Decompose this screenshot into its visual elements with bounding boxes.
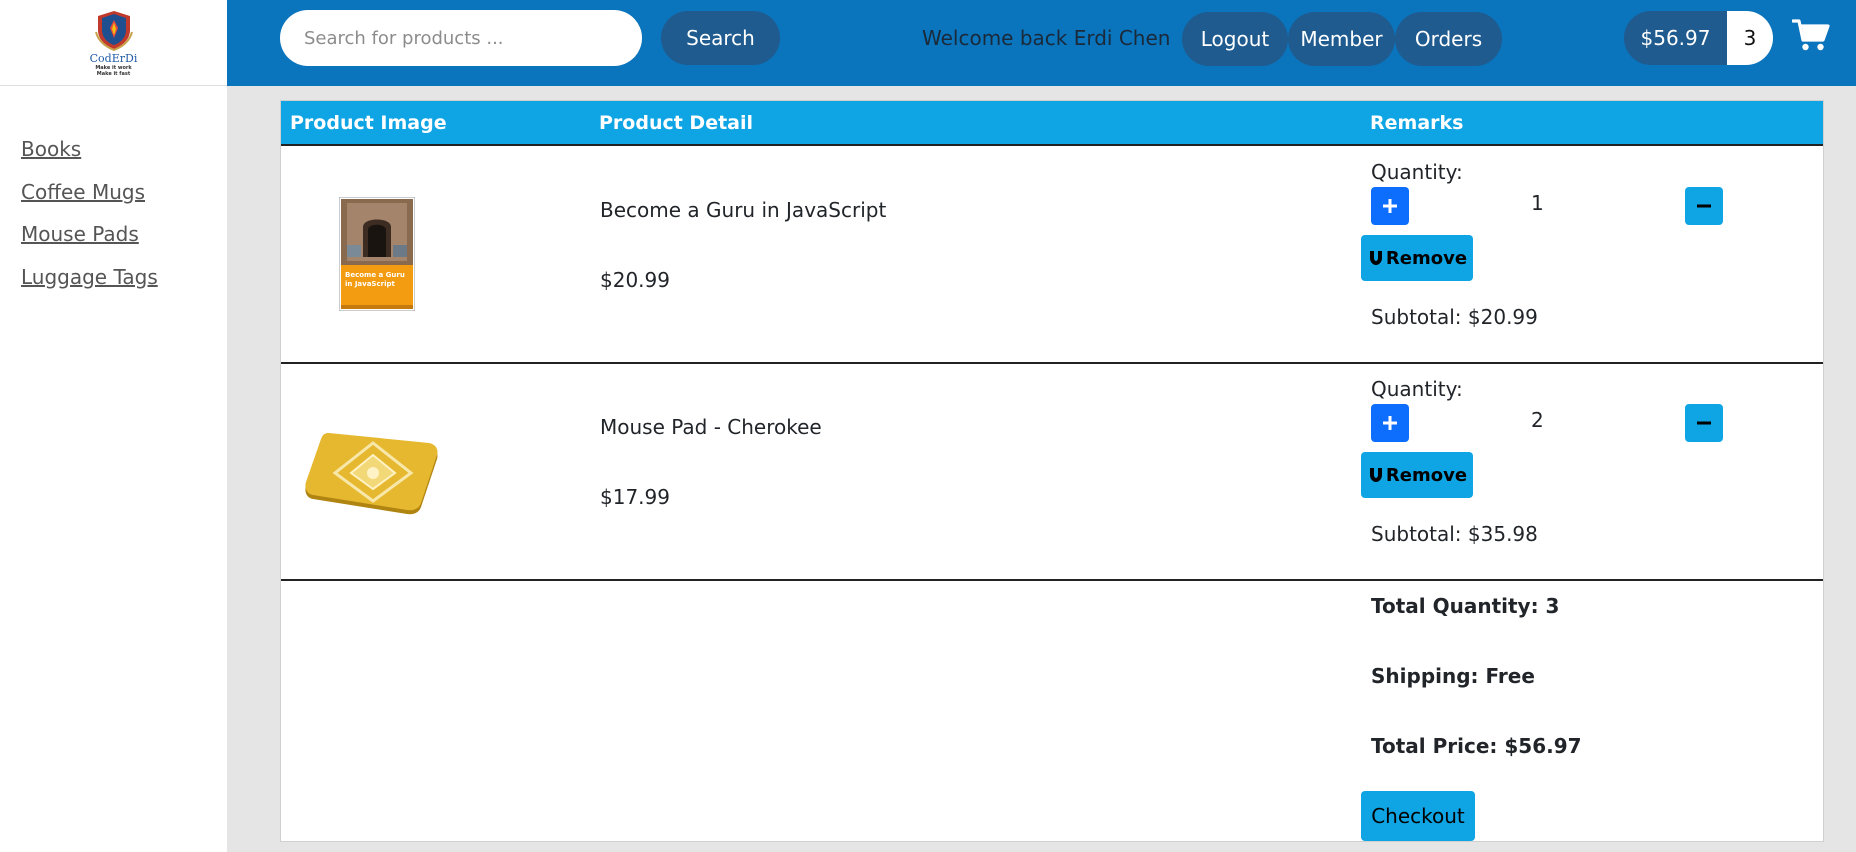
product-price: $17.99: [600, 485, 670, 509]
welcome-message: Welcome back Erdi Chen: [922, 26, 1171, 50]
quantity-value: 1: [1531, 191, 1544, 215]
checkout-button[interactable]: Checkout: [1361, 791, 1475, 841]
minus-icon: [1697, 421, 1711, 425]
logout-button[interactable]: Logout: [1182, 12, 1288, 66]
cart-total-badge: $56.97: [1624, 11, 1727, 65]
shopping-cart-icon[interactable]: [1792, 18, 1830, 52]
orders-button[interactable]: Orders: [1395, 12, 1502, 66]
shield-logo-icon: [94, 11, 133, 52]
row-subtotal: Subtotal: $35.98: [1371, 522, 1538, 546]
header-product-detail: Product Detail: [599, 112, 754, 134]
brand-logo[interactable]: CodErDi Make it work Make it fast: [89, 8, 138, 77]
sidebar-item-mouse-pads[interactable]: Mouse Pads: [21, 221, 227, 264]
product-price: $20.99: [600, 268, 670, 292]
increase-quantity-button[interactable]: [1371, 187, 1409, 225]
quantity-label: Quantity:: [1371, 377, 1463, 401]
shipping-info: Shipping: Free: [1371, 664, 1535, 688]
product-name: Become a Guru in JavaScript: [600, 198, 887, 222]
top-header: Search Welcome back Erdi Chen Logout Mem…: [227, 0, 1856, 86]
logo-area: CodErDi Make it work Make it fast: [0, 0, 227, 86]
decrease-quantity-button[interactable]: [1685, 187, 1723, 225]
magnet-icon: [1369, 468, 1382, 482]
quantity-label: Quantity:: [1371, 160, 1463, 184]
table-header: Product Image Product Detail Remarks: [281, 101, 1823, 146]
minus-icon: [1697, 204, 1711, 208]
remove-item-button[interactable]: Remove: [1361, 235, 1473, 281]
member-button[interactable]: Member: [1288, 12, 1395, 66]
header-product-image: Product Image: [290, 112, 447, 134]
decrease-quantity-button[interactable]: [1685, 404, 1723, 442]
product-name: Mouse Pad - Cherokee: [600, 415, 822, 439]
row-divider: [281, 362, 1823, 364]
remove-item-button[interactable]: Remove: [1361, 452, 1473, 498]
row-divider: [281, 579, 1823, 581]
sidebar-item-coffee-mugs[interactable]: Coffee Mugs: [21, 179, 227, 222]
sidebar: Books Coffee Mugs Mouse Pads Luggage Tag…: [0, 86, 227, 852]
remove-label: Remove: [1385, 464, 1468, 486]
brand-tagline-2: Make it fast: [96, 71, 131, 77]
search-input[interactable]: [280, 10, 642, 66]
row-subtotal: Subtotal: $20.99: [1371, 305, 1538, 329]
book-cover-title: Become a Guru in JavaScript: [345, 271, 405, 288]
book-cover-image[interactable]: [339, 197, 415, 311]
plus-icon: [1383, 416, 1397, 430]
magnet-icon: [1369, 251, 1382, 265]
total-quantity: Total Quantity: 3: [1371, 594, 1560, 618]
plus-icon: [1383, 199, 1397, 213]
header-remarks: Remarks: [1370, 112, 1464, 134]
sidebar-item-luggage-tags[interactable]: Luggage Tags: [21, 264, 227, 307]
search-button[interactable]: Search: [661, 11, 780, 65]
brand-name: CodErDi: [89, 52, 138, 65]
increase-quantity-button[interactable]: [1371, 404, 1409, 442]
cart-count-badge: 3: [1727, 11, 1773, 65]
quantity-value: 2: [1531, 408, 1544, 432]
sidebar-item-books[interactable]: Books: [21, 136, 227, 179]
remove-label: Remove: [1385, 247, 1468, 269]
cart-table: Product Image Product Detail Remarks Bec…: [280, 100, 1824, 842]
mouse-pad-image[interactable]: [303, 429, 443, 519]
total-price: Total Price: $56.97: [1371, 734, 1582, 758]
